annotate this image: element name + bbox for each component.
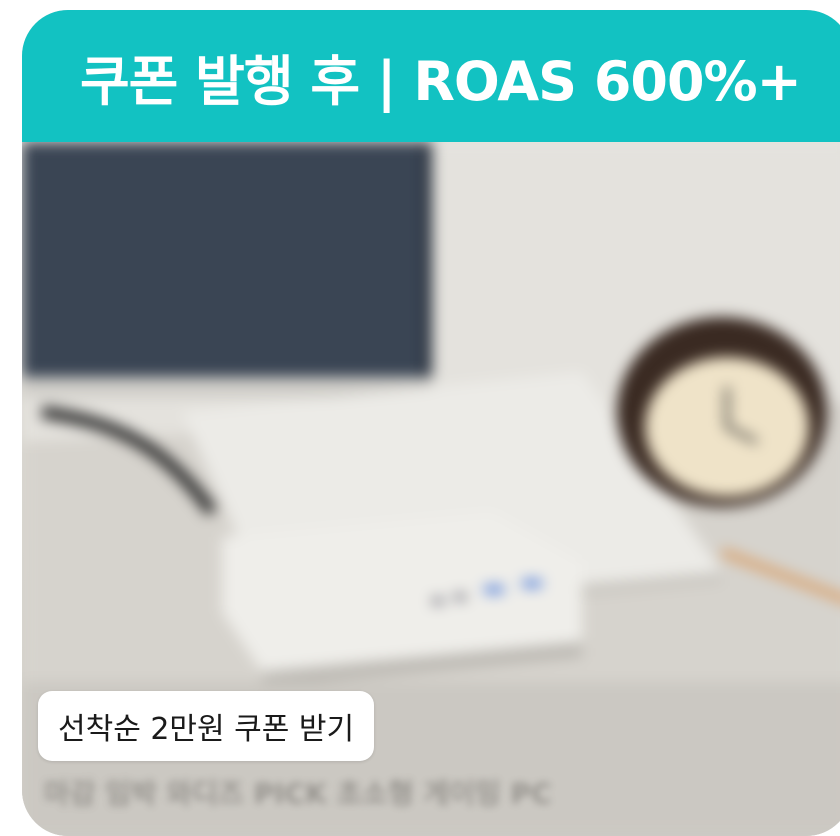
banner-title: 쿠폰 발행 후 | ROAS 600%+ bbox=[80, 49, 802, 113]
coupon-button-label: 선착순 2만원 쿠폰 받기 bbox=[58, 712, 355, 747]
product-caption: 마감 임박 와디즈 PICK 초소형 게이밍 PC bbox=[44, 777, 552, 810]
ad-card[interactable]: 쿠폰 발행 후 | ROAS 600%+ 마감 임박 와디즈 PICK 초소형 … bbox=[22, 10, 840, 836]
banner: 쿠폰 발행 후 | ROAS 600%+ bbox=[22, 10, 840, 142]
coupon-button[interactable]: 선착순 2만원 쿠폰 받기 bbox=[38, 691, 375, 761]
